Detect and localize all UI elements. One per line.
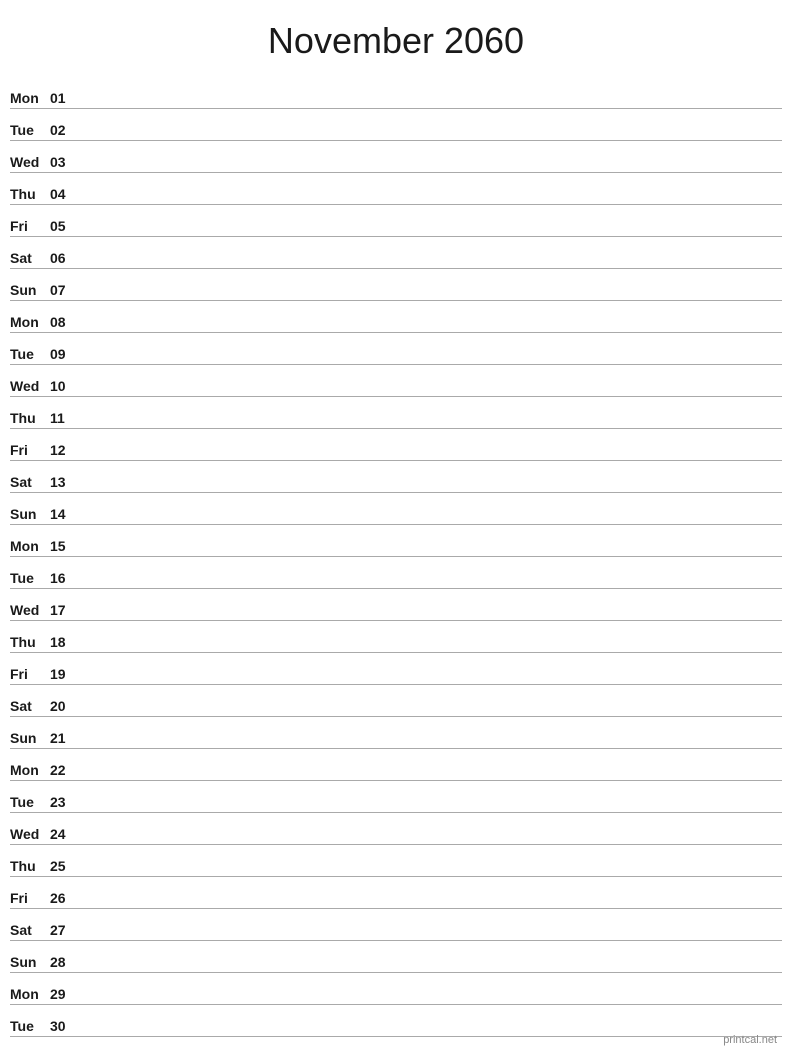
calendar-row: Thu18	[10, 621, 782, 653]
day-name: Thu	[10, 186, 50, 202]
day-number: 27	[50, 922, 80, 938]
calendar-row: Sun21	[10, 717, 782, 749]
calendar-row: Sat20	[10, 685, 782, 717]
day-number: 25	[50, 858, 80, 874]
calendar-row: Wed10	[10, 365, 782, 397]
day-name: Tue	[10, 794, 50, 810]
calendar-row: Tue30	[10, 1005, 782, 1037]
day-number: 23	[50, 794, 80, 810]
day-number: 06	[50, 250, 80, 266]
day-number: 11	[50, 410, 80, 426]
calendar-row: Mon08	[10, 301, 782, 333]
calendar-row: Mon01	[10, 77, 782, 109]
day-number: 20	[50, 698, 80, 714]
day-number: 29	[50, 986, 80, 1002]
calendar-row: Sun07	[10, 269, 782, 301]
day-name: Mon	[10, 986, 50, 1002]
day-name: Thu	[10, 410, 50, 426]
day-name: Tue	[10, 122, 50, 138]
calendar-container: Mon01Tue02Wed03Thu04Fri05Sat06Sun07Mon08…	[0, 77, 792, 1037]
day-number: 15	[50, 538, 80, 554]
day-name: Sat	[10, 250, 50, 266]
day-name: Wed	[10, 154, 50, 170]
day-number: 08	[50, 314, 80, 330]
day-number: 14	[50, 506, 80, 522]
day-number: 04	[50, 186, 80, 202]
day-number: 12	[50, 442, 80, 458]
calendar-row: Mon15	[10, 525, 782, 557]
day-name: Sat	[10, 922, 50, 938]
calendar-row: Fri26	[10, 877, 782, 909]
day-number: 03	[50, 154, 80, 170]
calendar-row: Wed03	[10, 141, 782, 173]
calendar-row: Mon22	[10, 749, 782, 781]
calendar-row: Sat06	[10, 237, 782, 269]
day-name: Thu	[10, 634, 50, 650]
day-number: 24	[50, 826, 80, 842]
day-number: 19	[50, 666, 80, 682]
day-name: Sun	[10, 954, 50, 970]
calendar-row: Fri19	[10, 653, 782, 685]
day-number: 17	[50, 602, 80, 618]
day-name: Tue	[10, 346, 50, 362]
day-number: 05	[50, 218, 80, 234]
day-name: Thu	[10, 858, 50, 874]
calendar-row: Wed24	[10, 813, 782, 845]
calendar-row: Thu04	[10, 173, 782, 205]
calendar-row: Tue02	[10, 109, 782, 141]
day-name: Wed	[10, 826, 50, 842]
day-number: 02	[50, 122, 80, 138]
day-number: 09	[50, 346, 80, 362]
day-name: Fri	[10, 218, 50, 234]
day-name: Wed	[10, 378, 50, 394]
day-name: Wed	[10, 602, 50, 618]
day-number: 13	[50, 474, 80, 490]
day-name: Fri	[10, 666, 50, 682]
day-name: Fri	[10, 442, 50, 458]
calendar-row: Tue16	[10, 557, 782, 589]
calendar-row: Thu25	[10, 845, 782, 877]
day-number: 21	[50, 730, 80, 746]
day-number: 10	[50, 378, 80, 394]
day-name: Mon	[10, 762, 50, 778]
calendar-row: Sat27	[10, 909, 782, 941]
day-name: Mon	[10, 314, 50, 330]
page-title: November 2060	[0, 0, 792, 77]
day-number: 26	[50, 890, 80, 906]
day-name: Fri	[10, 890, 50, 906]
day-number: 07	[50, 282, 80, 298]
day-number: 22	[50, 762, 80, 778]
footer-attribution: printcal.net	[723, 1034, 777, 1046]
calendar-row: Sun14	[10, 493, 782, 525]
day-name: Mon	[10, 90, 50, 106]
day-name: Sun	[10, 506, 50, 522]
calendar-row: Fri12	[10, 429, 782, 461]
day-name: Sat	[10, 474, 50, 490]
calendar-row: Sat13	[10, 461, 782, 493]
day-name: Tue	[10, 1018, 50, 1034]
day-number: 01	[50, 90, 80, 106]
calendar-row: Wed17	[10, 589, 782, 621]
calendar-row: Fri05	[10, 205, 782, 237]
day-number: 16	[50, 570, 80, 586]
day-number: 28	[50, 954, 80, 970]
day-name: Sat	[10, 698, 50, 714]
day-name: Sun	[10, 730, 50, 746]
day-name: Mon	[10, 538, 50, 554]
calendar-row: Thu11	[10, 397, 782, 429]
calendar-row: Tue09	[10, 333, 782, 365]
calendar-row: Tue23	[10, 781, 782, 813]
calendar-row: Sun28	[10, 941, 782, 973]
day-name: Sun	[10, 282, 50, 298]
day-name: Tue	[10, 570, 50, 586]
day-number: 18	[50, 634, 80, 650]
day-number: 30	[50, 1018, 80, 1034]
calendar-row: Mon29	[10, 973, 782, 1005]
